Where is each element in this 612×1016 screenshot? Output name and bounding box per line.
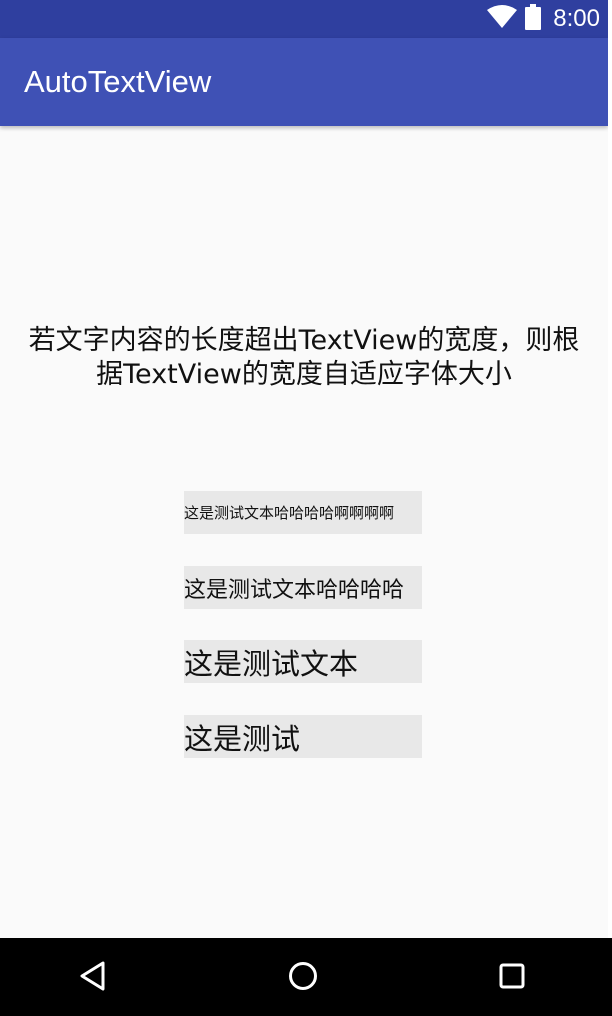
auto-text-view-4: 这是测试	[184, 715, 422, 758]
auto-text-view-1: 这是测试文本哈哈哈哈啊啊啊啊	[184, 491, 422, 534]
battery-icon	[525, 4, 542, 34]
auto-text-view-3: 这是测试文本	[184, 640, 422, 683]
description-line-2: 据TextView的宽度自适应字体大小	[96, 359, 512, 390]
screen-edge	[608, 0, 612, 938]
recents-button[interactable]	[490, 956, 534, 1000]
recents-icon	[498, 962, 526, 994]
home-button[interactable]	[281, 956, 325, 1000]
app-bar: AutoTextView	[0, 38, 608, 126]
back-icon	[78, 960, 108, 996]
status-time: 8:00	[553, 5, 600, 32]
description-line-1: 若文字内容的长度超出TextView的宽度，则根	[28, 325, 580, 356]
auto-text-view-2: 这是测试文本哈哈哈哈	[184, 566, 422, 609]
navigation-bar	[0, 938, 612, 1016]
home-icon	[287, 960, 319, 996]
app-screen: 8:00 AutoTextView 若文字内容的长度超出TextView的宽度，…	[0, 0, 608, 1016]
wifi-icon	[487, 5, 518, 33]
back-button[interactable]	[71, 956, 115, 1000]
app-title: AutoTextView	[24, 64, 212, 99]
description-text: 若文字内容的长度超出TextView的宽度，则根 据TextView的宽度自适应…	[0, 324, 608, 392]
status-icons: 8:00	[487, 4, 600, 34]
status-bar: 8:00	[0, 0, 608, 38]
